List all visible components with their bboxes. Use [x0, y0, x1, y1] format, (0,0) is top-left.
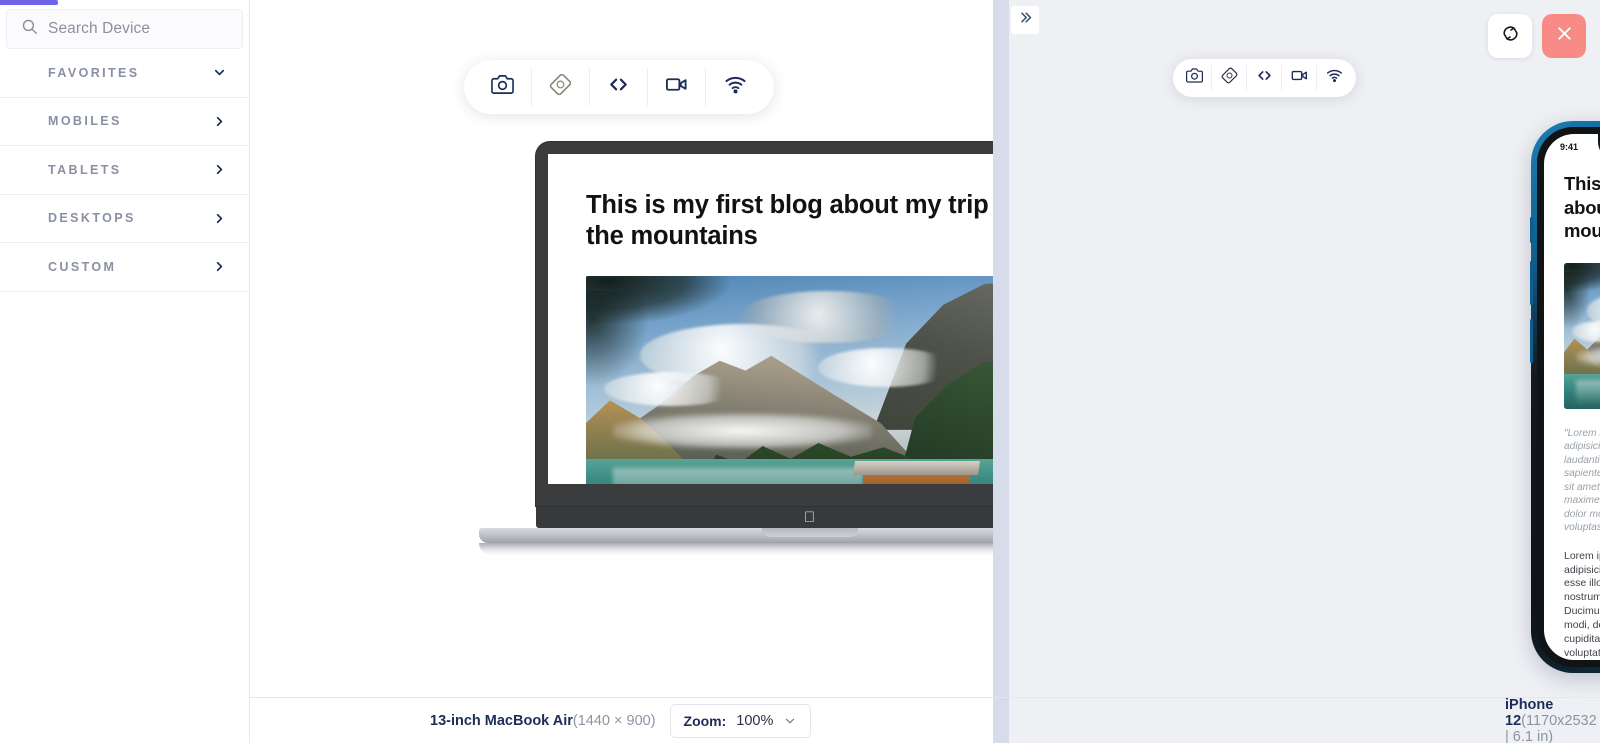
record-button[interactable]	[648, 68, 706, 106]
video-camera-icon	[665, 73, 688, 101]
mountain-lake-photo	[586, 276, 1033, 484]
screenshot-button[interactable]	[474, 68, 532, 106]
close-icon	[1554, 23, 1575, 49]
preview-pane-actions	[1488, 14, 1586, 58]
screen-rotation-icon	[549, 73, 572, 101]
page-title: This is my first blog about my trip to t…	[1564, 173, 1600, 242]
expand-pane-button[interactable]	[1011, 6, 1039, 34]
device-dimensions-text: (1440 × 900)	[572, 712, 656, 729]
sidebar-item-label: DESKTOPS	[48, 211, 136, 226]
chevron-right-icon[interactable]	[212, 114, 227, 129]
iphone-viewport[interactable]: 9:41 This abo mou "Lorem adipisic laudan…	[1544, 134, 1600, 660]
search-input[interactable]	[48, 20, 228, 38]
refresh-icon	[1501, 24, 1520, 48]
chevron-down-icon[interactable]	[783, 714, 797, 728]
iphone-device-label: iPhone 12(1170x2532 | 6.1 in)	[1505, 697, 1597, 743]
sidebar-item-label: CUSTOM	[48, 259, 117, 274]
sidebar-item-label: FAVORITES	[48, 65, 140, 80]
search-device-box[interactable]	[6, 9, 243, 49]
mountain-lake-photo	[1564, 263, 1600, 410]
iphone-mute-switch	[1529, 217, 1533, 243]
wifi-icon	[724, 73, 747, 101]
screenshot-button[interactable]	[1177, 65, 1212, 91]
sidebar-item-desktops[interactable]: DESKTOPS	[0, 194, 249, 243]
preview-pane: 9:41 This abo mou "Lorem adipisic laudan…	[993, 0, 1600, 743]
code-icon	[607, 73, 630, 101]
sidebar-item-tablets[interactable]: TABLETS	[0, 146, 249, 195]
iphone-footer-bar: iPhone 12(1170x2532 | 6.1 in) Zoom: 100%	[993, 697, 1600, 743]
blog-page-mobile: This is my first blog about my trip to t…	[1544, 134, 1600, 660]
chevron-down-icon[interactable]	[212, 65, 227, 80]
sidebar-item-label: TABLETS	[48, 162, 122, 177]
iphone-bezel: 9:41 This abo mou "Lorem adipisic laudan…	[1537, 127, 1600, 667]
status-time: 9:41	[1560, 142, 1579, 152]
sidebar-item-label: MOBILES	[48, 114, 122, 129]
page-loading-bar	[0, 0, 58, 5]
inspect-button[interactable]	[1247, 65, 1282, 91]
inspect-button[interactable]	[590, 68, 648, 106]
network-button[interactable]	[706, 68, 764, 106]
iphone-device-toolbar	[1173, 59, 1356, 97]
macbook-device-label: 13-inch MacBook Air(1440 × 900)	[430, 713, 656, 729]
hero-image	[586, 276, 1033, 484]
close-preview-button[interactable]	[1542, 14, 1586, 58]
camera-icon	[1184, 65, 1205, 91]
blog-quote: "Lorem ipsum dolor sit amet, consectetur…	[1564, 428, 1600, 534]
app-root: FAVORITES MOBILES TABLETS DESKTOPS CUSTO	[0, 0, 1600, 743]
search-icon	[21, 18, 38, 40]
zoom-value: 100%	[736, 712, 774, 729]
pane-resize-handle[interactable]	[993, 0, 1009, 743]
iphone-volume-up-button	[1529, 261, 1533, 305]
zoom-label: Zoom:	[683, 712, 727, 729]
camera-icon	[491, 73, 514, 101]
apple-logo-icon: 	[804, 510, 815, 525]
iphone-volume-down-button	[1529, 319, 1533, 363]
sidebar-item-mobiles[interactable]: MOBILES	[0, 97, 249, 146]
search-wrapper	[0, 0, 249, 49]
code-icon	[1254, 65, 1275, 91]
macbook-device-toolbar	[464, 60, 774, 114]
sidebar-item-favorites[interactable]: FAVORITES	[0, 49, 249, 98]
device-name-text: 13-inch MacBook Air	[430, 712, 573, 729]
page-title: This is my first blog about my trip to t…	[586, 191, 1020, 251]
iphone-body: 9:41 This abo mou "Lorem adipisic laudan…	[1529, 121, 1600, 673]
double-chevron-right-icon	[1017, 9, 1034, 31]
record-button[interactable]	[1282, 65, 1317, 91]
refresh-button[interactable]	[1488, 14, 1532, 58]
hero-image	[1564, 263, 1600, 410]
rotate-button[interactable]	[1212, 65, 1247, 91]
screen-rotation-icon	[1219, 65, 1240, 91]
network-button[interactable]	[1317, 65, 1352, 91]
chevron-right-icon[interactable]	[212, 162, 227, 177]
chevron-right-icon[interactable]	[212, 211, 227, 226]
sidebar-item-custom[interactable]: CUSTOM	[0, 243, 249, 292]
video-camera-icon	[1289, 65, 1310, 91]
iphone-device-frame: 9:41 This abo mou "Lorem adipisic laudan…	[1529, 121, 1600, 673]
device-sidebar: FAVORITES MOBILES TABLETS DESKTOPS CUSTO	[0, 0, 250, 743]
wifi-icon	[1324, 65, 1345, 91]
chevron-right-icon[interactable]	[212, 259, 227, 274]
iphone-status-bar: 9:41	[1544, 134, 1600, 160]
macbook-zoom-select[interactable]: Zoom: 100%	[669, 703, 812, 738]
rotate-button[interactable]	[532, 68, 590, 106]
blog-body: Lorem ipsum dolor sit amet consectetur a…	[1564, 549, 1600, 659]
